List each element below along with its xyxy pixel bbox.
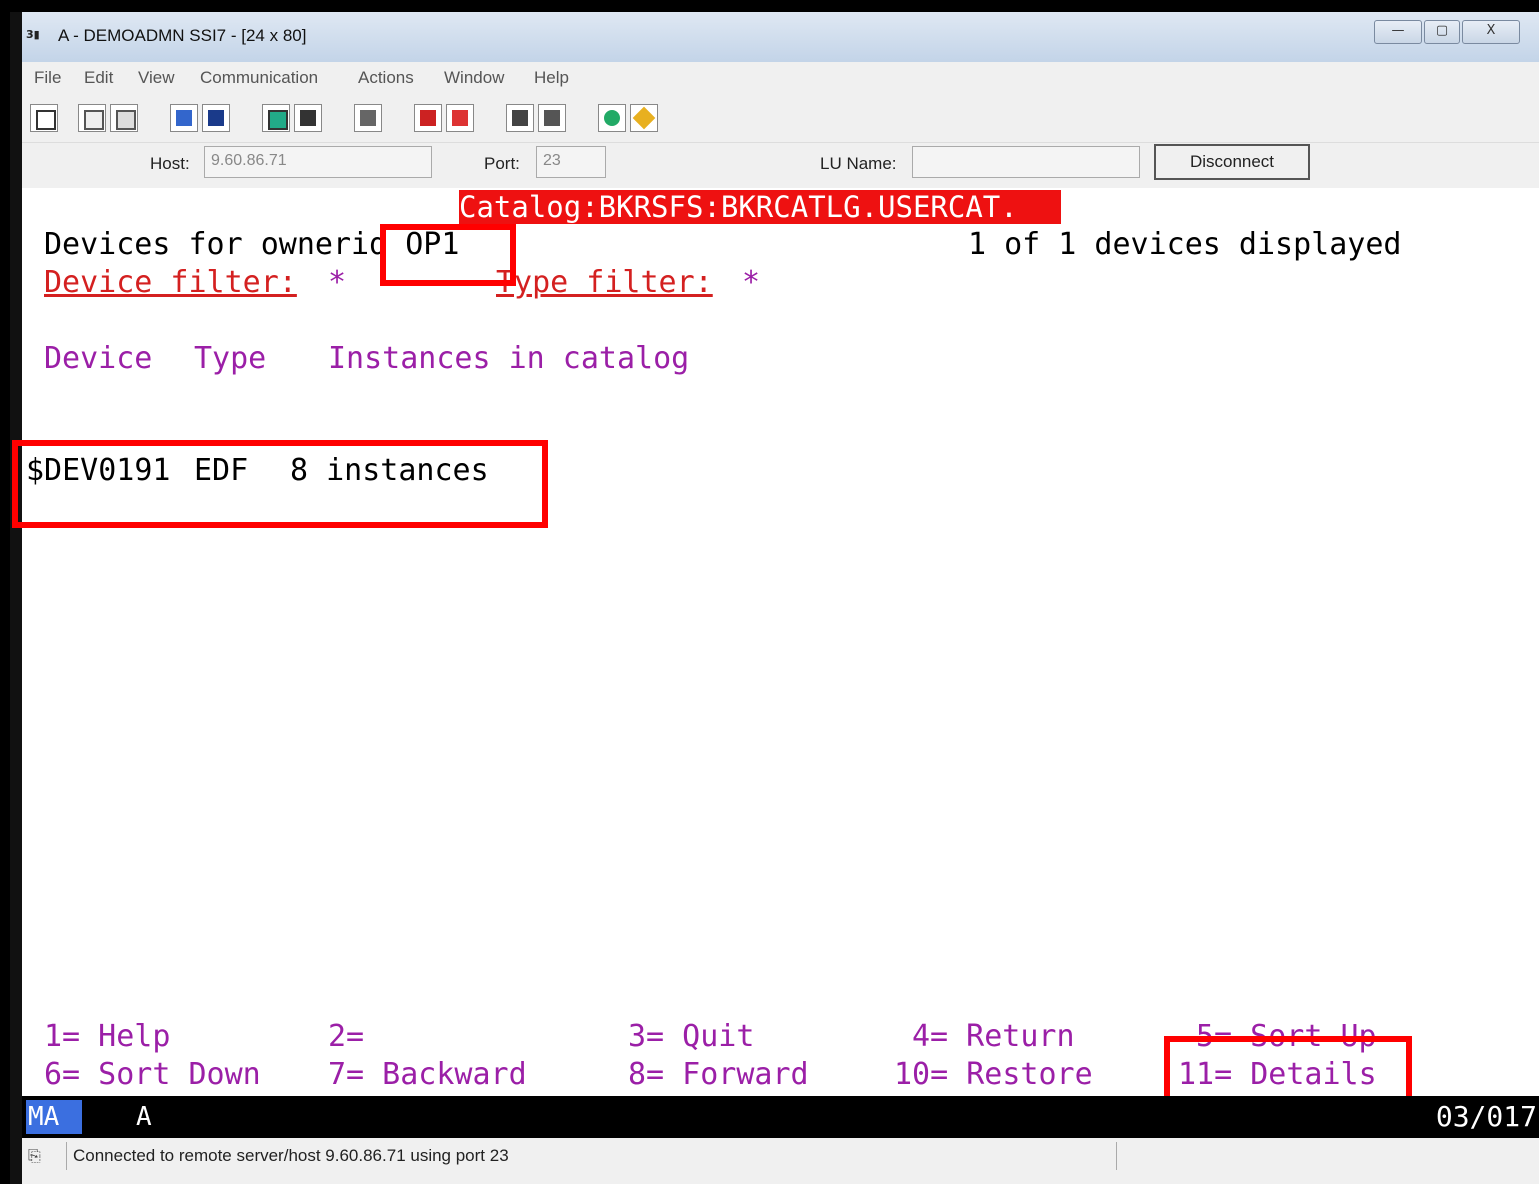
maximize-button[interactable]: ▢ — [1424, 20, 1460, 44]
catalog-banner: Catalog:BKRSFS:BKRCATLG.USERCAT. — [459, 190, 1061, 224]
menu-bar: File Edit View Communication Actions Win… — [22, 64, 1539, 94]
pf7-backward[interactable]: 7= Backward — [328, 1058, 527, 1092]
column-type: Type — [194, 341, 267, 376]
paste-icon[interactable] — [110, 104, 138, 132]
pf6-sort-down[interactable]: 6= Sort Down — [44, 1058, 261, 1092]
app-icon: 3▮ — [26, 28, 40, 41]
column-instances: Instances in catalog — [328, 341, 690, 376]
oia-session: A — [136, 1102, 152, 1132]
emulator-window: 3▮ A - DEMOADMN SSI7 - [24 x 80] — ▢ X F… — [10, 12, 1539, 1184]
device-row-highlight — [12, 440, 548, 528]
lu-name-field[interactable] — [912, 146, 1140, 178]
pf8-forward[interactable]: 8= Forward — [628, 1058, 809, 1092]
host-label: Host: — [150, 154, 190, 173]
device-filter-input[interactable]: * — [328, 266, 346, 300]
status-divider — [1116, 1142, 1117, 1170]
menu-window[interactable]: Window — [444, 68, 504, 88]
pf10-restore[interactable]: 10= Restore — [894, 1058, 1093, 1092]
host-field[interactable]: 9.60.86.71 — [204, 146, 432, 178]
macro-icon[interactable] — [354, 104, 382, 132]
title-bar: 3▮ A - DEMOADMN SSI7 - [24 x 80] — ▢ X — [22, 12, 1539, 62]
pf1-help[interactable]: 1= Help — [44, 1020, 170, 1054]
menu-actions[interactable]: Actions — [358, 68, 414, 88]
menu-communication[interactable]: Communication — [200, 68, 318, 88]
receive-file-icon[interactable] — [202, 104, 230, 132]
terminal-screen[interactable]: Catalog:BKRSFS:BKRCATLG.USERCAT. Devices… — [12, 188, 1539, 1106]
disconnect-button[interactable]: Disconnect — [1154, 144, 1310, 180]
status-bar: ⎘ Connected to remote server/host 9.60.8… — [22, 1140, 1539, 1172]
print-screen-icon[interactable] — [30, 104, 58, 132]
type-filter-label: Type filter: — [496, 265, 713, 300]
port-field[interactable]: 23 — [536, 146, 606, 178]
pause-macro-icon[interactable] — [538, 104, 566, 132]
menu-file[interactable]: File — [34, 68, 61, 88]
menu-help[interactable]: Help — [534, 68, 569, 88]
oia-mode: MA — [26, 1100, 82, 1134]
stop-macro-icon[interactable] — [446, 104, 474, 132]
window-title: A - DEMOADMN SSI7 - [24 x 80] — [58, 26, 307, 45]
menu-view[interactable]: View — [138, 68, 175, 88]
copy-icon[interactable] — [78, 104, 106, 132]
minimize-button[interactable]: — — [1374, 20, 1422, 44]
tag-icon[interactable] — [630, 104, 658, 132]
keyboard-icon[interactable] — [294, 104, 322, 132]
send-file-icon[interactable] — [170, 104, 198, 132]
globe-icon[interactable] — [598, 104, 626, 132]
operator-info-area: MA A 03/017 — [22, 1096, 1539, 1138]
display-icon[interactable] — [262, 104, 290, 132]
close-button[interactable]: X — [1462, 20, 1520, 44]
toolbar — [22, 96, 1539, 143]
menu-edit[interactable]: Edit — [84, 68, 113, 88]
device-filter-label: Device filter: — [44, 265, 297, 300]
record-macro-icon[interactable] — [414, 104, 442, 132]
port-label: Port: — [484, 154, 520, 173]
pf3-quit[interactable]: 3= Quit — [628, 1020, 754, 1054]
cursor-position: 03/017 — [1435, 1100, 1537, 1133]
play-macro-icon[interactable] — [506, 104, 534, 132]
status-message: Connected to remote server/host 9.60.86.… — [66, 1142, 509, 1170]
type-filter-input[interactable]: * — [742, 266, 760, 300]
pf2[interactable]: 2= — [328, 1020, 364, 1054]
device-count: 1 of 1 devices displayed — [968, 227, 1402, 262]
ownerid-highlight — [380, 224, 516, 286]
lu-name-label: LU Name: — [820, 154, 897, 173]
connection-icon: ⎘ — [28, 1146, 41, 1165]
connection-bar: Host: 9.60.86.71 Port: 23 LU Name: Disco… — [22, 144, 1539, 188]
pf4-return[interactable]: 4= Return — [912, 1020, 1075, 1054]
column-device: Device — [44, 341, 153, 376]
